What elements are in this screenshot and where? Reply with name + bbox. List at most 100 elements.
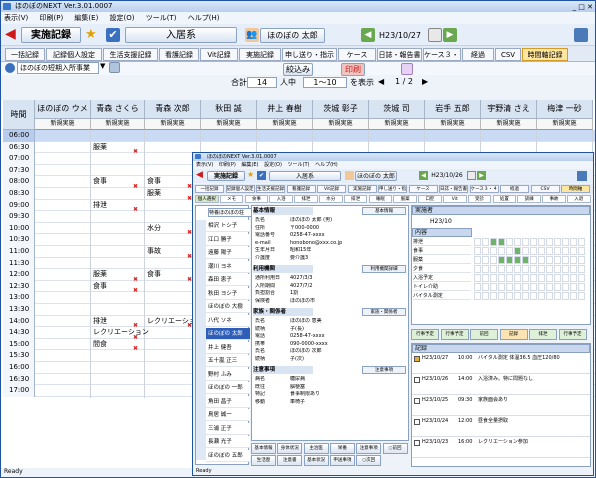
sub-calendar-cell[interactable] xyxy=(506,274,513,282)
sub-tab[interactable]: ケース３・４ xyxy=(469,185,499,193)
sub-info-value[interactable]: ほのぼの市 xyxy=(290,298,406,305)
sub-calendar-row-label[interactable]: 入浴予定 xyxy=(413,274,471,282)
resident-header[interactable]: 井上 春樹 xyxy=(257,100,313,119)
resident-sub-label[interactable]: 新規実施 xyxy=(537,119,593,130)
menu-print[interactable]: 印刷(P) xyxy=(40,14,64,22)
sub-calendar-cell[interactable] xyxy=(554,283,561,291)
sub-resident-item[interactable]: ほのぼの 一郎 xyxy=(206,382,250,394)
sub-calendar-cell[interactable] xyxy=(498,247,505,255)
entry-text[interactable]: 食事 xyxy=(147,270,161,280)
sub-calendar-cell[interactable] xyxy=(482,247,489,255)
delete-mark-icon[interactable]: ✖ xyxy=(133,184,138,190)
sub-calendar-cell[interactable] xyxy=(530,247,537,255)
sub-info-value[interactable]: 食事制限あり xyxy=(290,391,406,398)
sub-calendar-cell[interactable] xyxy=(530,283,537,291)
sub-calendar-cell[interactable] xyxy=(562,274,569,282)
sub-subtab[interactable]: 入浴 xyxy=(269,195,293,203)
sub-calendar-cell[interactable] xyxy=(578,238,585,246)
sub-calendar-cell[interactable] xyxy=(570,265,577,273)
column-divider[interactable] xyxy=(90,130,91,398)
resident-header[interactable]: 梅津 一砂 xyxy=(537,100,593,119)
sub-tab[interactable]: 日誌・報告書 xyxy=(439,185,468,193)
sub-info-label[interactable]: 入所期間 xyxy=(255,283,289,290)
tab-personal-settings[interactable]: 記録個人設定 xyxy=(46,48,102,61)
tab-csv[interactable]: CSV xyxy=(495,48,521,61)
entry-text[interactable]: 水分 xyxy=(147,224,161,234)
sub-subtab[interactable]: メモ xyxy=(219,195,244,203)
sub-calendar-cell[interactable] xyxy=(546,274,553,282)
sub-calendar-cell[interactable] xyxy=(562,292,569,300)
sub-calendar-cell[interactable] xyxy=(482,283,489,291)
sub-resident-item[interactable]: ほのぼの 太郎 xyxy=(206,328,250,340)
sub-info-label[interactable]: 病名 xyxy=(255,376,289,383)
sub-info-value[interactable]: ほのぼの 次郎 xyxy=(290,348,406,355)
column-divider[interactable] xyxy=(144,130,145,398)
sub-info-value[interactable]: 4027/3/3 xyxy=(290,275,406,282)
sub-info-section-title[interactable]: 基本情報 xyxy=(253,207,313,215)
sub-tab[interactable]: 生活支援記録 xyxy=(256,185,285,193)
sub-info-value[interactable]: ほのぼの 恵美 xyxy=(290,318,406,325)
sub-info-label[interactable]: 氏名 xyxy=(255,348,289,355)
resident-header[interactable]: 秋田 誠 xyxy=(201,100,257,119)
sub-subtab[interactable]: 個人選択 xyxy=(195,195,219,203)
sub-back-icon[interactable]: ◀ xyxy=(196,170,203,180)
sub-calendar-cell[interactable] xyxy=(514,274,521,282)
sub-log-date[interactable]: H23/10/27 xyxy=(422,354,448,363)
sub-calendar-cell[interactable] xyxy=(482,265,489,273)
arrow-left-icon[interactable]: ◀ xyxy=(361,28,375,42)
entry-text[interactable]: 服薬 xyxy=(93,270,107,280)
sub-info-value[interactable]: 〒000-0000 xyxy=(290,225,406,232)
time-label[interactable]: 09:30 xyxy=(3,211,35,223)
sub-log-checkbox[interactable] xyxy=(414,398,420,404)
sub-resident-item[interactable]: 江口 勝子 xyxy=(206,233,250,246)
sub-info-label[interactable]: 続柄 xyxy=(255,326,289,333)
sub-info-section-title[interactable]: 家族・関係者 xyxy=(253,308,313,316)
entry-text[interactable]: 事故 xyxy=(147,247,161,257)
time-label[interactable]: 15:00 xyxy=(3,338,35,351)
sub-info-value[interactable]: 0258-47-xxxx xyxy=(290,232,406,239)
sub-calendar-row-label[interactable]: 服薬 xyxy=(413,256,471,264)
sub-calendar-cell[interactable] xyxy=(554,292,561,300)
sub-calendar-cell[interactable] xyxy=(498,283,505,291)
sub-calendar-cell[interactable] xyxy=(554,256,561,264)
sub-calendar-cell[interactable] xyxy=(546,247,553,255)
sub-log-date[interactable]: H23/10/24 xyxy=(422,417,448,426)
sub-info-nav-button[interactable]: 申送事項 xyxy=(329,455,355,466)
sub-info-label[interactable]: e-mail xyxy=(255,240,289,247)
sub-log-time[interactable]: 09:30 xyxy=(458,396,472,405)
sub-menu-settings[interactable]: 設定(O) xyxy=(264,162,282,168)
sub-calendar-cell[interactable] xyxy=(570,292,577,300)
check-icon[interactable]: ✔ xyxy=(106,28,120,42)
time-label[interactable]: 12:00 xyxy=(3,269,35,281)
sub-log-time[interactable]: 10:00 xyxy=(458,354,472,363)
sub-calendar-cell[interactable] xyxy=(514,247,521,255)
sub-arrow-left-icon[interactable]: ◀ xyxy=(419,171,428,180)
sub-subtab[interactable]: 服薬 xyxy=(393,195,417,203)
sub-subtab[interactable]: 食事 xyxy=(244,195,269,203)
sub-log-text[interactable]: 家族面会あり xyxy=(478,396,588,405)
resident-sub-label[interactable]: 新規実施 xyxy=(425,119,481,130)
sub-resident-item[interactable]: ほのぼの 五郎 xyxy=(206,449,250,462)
sub-calendar-cell[interactable] xyxy=(474,292,481,300)
sub-calendar-cell[interactable] xyxy=(474,238,481,246)
sub-info-value[interactable]: 4027/7/2 xyxy=(290,283,406,290)
sub-subtab[interactable]: 受診 xyxy=(467,195,492,203)
sub-info-nav-button[interactable]: ○次回 xyxy=(356,455,382,466)
lock-icon[interactable] xyxy=(109,62,120,73)
sub-log-text[interactable]: 入浴済み。特に問題なし xyxy=(478,375,588,384)
sub-resident-item[interactable]: 潮川 ヨネ xyxy=(206,260,250,273)
sub-subtab[interactable]: 口腔 xyxy=(418,195,442,203)
time-label[interactable]: 06:00 xyxy=(3,130,35,142)
sub-calendar-cell[interactable] xyxy=(578,274,585,282)
sub-info-nav-button[interactable]: 注意事項 xyxy=(356,443,382,454)
sub-resident-item[interactable]: 相沢 トシ子 xyxy=(206,220,250,232)
delete-mark-icon[interactable]: ✖ xyxy=(133,346,138,352)
sub-calendar-cell[interactable] xyxy=(498,265,505,273)
sub-calendar-cell[interactable] xyxy=(530,265,537,273)
entry-text[interactable]: 服薬 xyxy=(93,143,107,153)
sub-calendar-cell[interactable] xyxy=(578,247,585,255)
sub-arrow-right-icon[interactable]: ▶ xyxy=(477,171,486,180)
sub-calendar-cell[interactable] xyxy=(482,292,489,300)
sub-subtab[interactable]: 入退 xyxy=(567,195,591,203)
sub-calendar-row-label[interactable]: トイレ介助 xyxy=(413,283,471,291)
